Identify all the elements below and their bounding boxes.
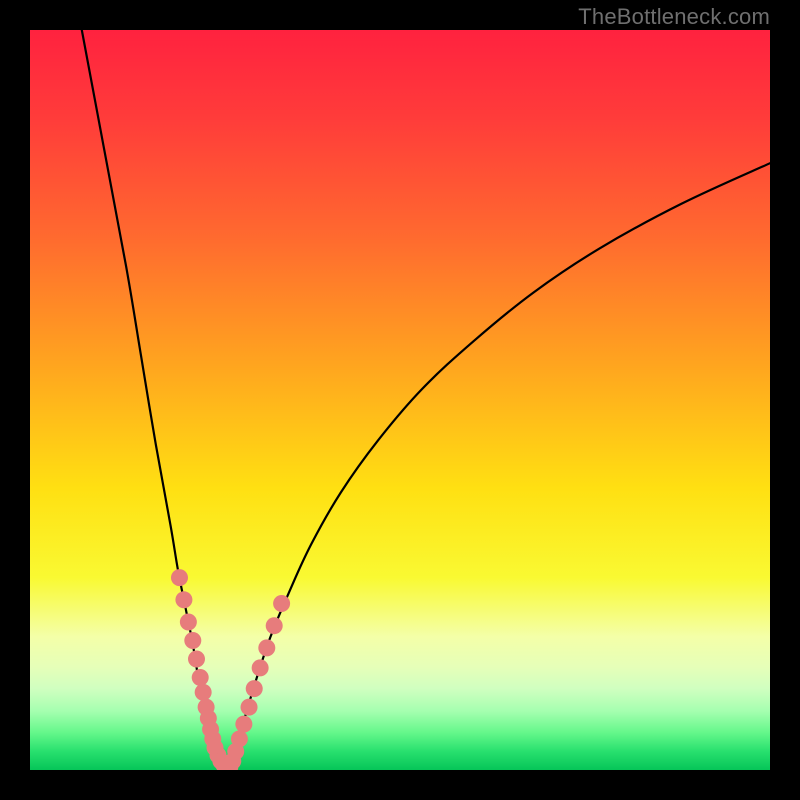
watermark-text: TheBottleneck.com [578, 4, 770, 30]
data-marker [246, 680, 263, 697]
outer-frame: TheBottleneck.com [0, 0, 800, 800]
data-marker [192, 669, 209, 686]
data-marker [231, 730, 248, 747]
data-marker [273, 595, 290, 612]
data-marker [184, 632, 201, 649]
data-marker [258, 639, 275, 656]
data-marker [171, 569, 188, 586]
data-marker [252, 659, 269, 676]
chart-background [30, 30, 770, 770]
data-marker [180, 614, 197, 631]
data-marker [175, 591, 192, 608]
data-marker [235, 716, 252, 733]
plot-area [30, 30, 770, 770]
data-marker [195, 684, 212, 701]
chart-svg [30, 30, 770, 770]
data-marker [241, 699, 258, 716]
data-marker [266, 617, 283, 634]
data-marker [188, 651, 205, 668]
